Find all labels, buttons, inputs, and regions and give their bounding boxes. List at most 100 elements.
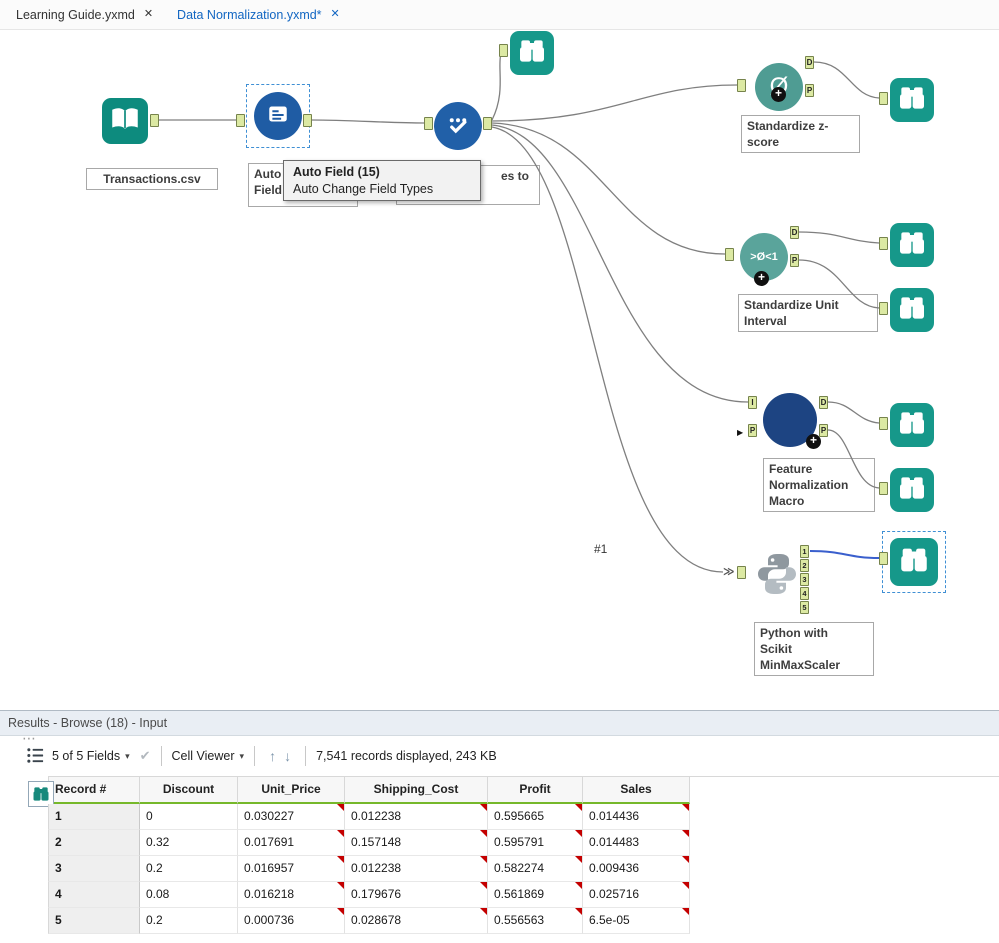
- table-cell[interactable]: 0.561869: [488, 882, 583, 908]
- output-anchor-4[interactable]: 4: [800, 587, 809, 600]
- output-anchor-d[interactable]: D: [790, 226, 799, 239]
- chevron-down-icon[interactable]: ▾: [240, 751, 245, 762]
- output-anchor-p[interactable]: P: [790, 254, 799, 267]
- table-cell[interactable]: 0.016957: [238, 856, 345, 882]
- table-cell[interactable]: 0.595665: [488, 804, 583, 830]
- workflow-canvas[interactable]: Transactions.csv Auto Field e: [0, 30, 999, 710]
- browse-tool-4[interactable]: [890, 288, 934, 332]
- connection-wire[interactable]: [492, 125, 748, 402]
- select-tool[interactable]: [434, 102, 482, 150]
- row-number-cell[interactable]: 2: [48, 830, 140, 856]
- table-cell[interactable]: 0.012238: [345, 804, 488, 830]
- output-anchor-2[interactable]: 2: [800, 559, 809, 572]
- table-cell[interactable]: 0.000736: [238, 908, 345, 934]
- chevron-down-icon[interactable]: ▾: [125, 751, 130, 762]
- output-anchor-5[interactable]: 5: [800, 601, 809, 614]
- close-tab-icon[interactable]: ✕: [144, 9, 153, 20]
- connection-wire[interactable]: [492, 123, 725, 254]
- row-number-cell[interactable]: 1: [48, 804, 140, 830]
- input-anchor-i[interactable]: I: [748, 396, 757, 409]
- input-anchor[interactable]: [725, 248, 734, 261]
- apply-check-icon[interactable]: ✔: [140, 748, 151, 764]
- input-data-tool[interactable]: [102, 98, 148, 144]
- output-anchor-p[interactable]: P: [819, 424, 828, 437]
- input-anchor[interactable]: [737, 79, 746, 92]
- table-cell[interactable]: 0.32: [140, 830, 238, 856]
- results-config-icon[interactable]: [26, 746, 45, 768]
- table-cell[interactable]: 0.556563: [488, 908, 583, 934]
- row-number-cell[interactable]: 5: [48, 908, 140, 934]
- output-anchor-p[interactable]: P: [805, 84, 814, 97]
- tab-data-normalization[interactable]: Data Normalization.yxmd* ✕: [165, 0, 352, 29]
- input-anchor[interactable]: [879, 302, 888, 315]
- table-cell[interactable]: 0.025716: [583, 882, 690, 908]
- input-anchor-p[interactable]: P: [748, 424, 757, 437]
- input-anchor[interactable]: [879, 552, 888, 565]
- column-header-sales[interactable]: Sales: [583, 777, 690, 804]
- browse-tool-2[interactable]: [890, 78, 934, 122]
- scroll-down-icon[interactable]: ↓: [284, 748, 291, 764]
- fields-dropdown[interactable]: 5 of 5 Fields: [52, 749, 120, 763]
- input-anchor[interactable]: [424, 117, 433, 130]
- row-number-cell[interactable]: 4: [48, 882, 140, 908]
- column-header-discount[interactable]: Discount: [140, 777, 238, 804]
- connection-wire[interactable]: [814, 62, 879, 98]
- input-anchor[interactable]: [879, 92, 888, 105]
- table-cell[interactable]: 0.595791: [488, 830, 583, 856]
- table-cell[interactable]: 0.012238: [345, 856, 488, 882]
- column-header-shipping-cost[interactable]: Shipping_Cost: [345, 777, 488, 804]
- input-anchor[interactable]: [879, 482, 888, 495]
- output-anchor-d[interactable]: D: [819, 396, 828, 409]
- panel-drag-handle-icon[interactable]: ⋯: [22, 730, 37, 747]
- connection-wire[interactable]: [492, 53, 501, 120]
- browse-tool-6[interactable]: [890, 468, 934, 512]
- table-cell[interactable]: 0.014483: [583, 830, 690, 856]
- output-anchor[interactable]: [483, 117, 492, 130]
- input-anchor[interactable]: [499, 44, 508, 57]
- table-cell[interactable]: 0.014436: [583, 804, 690, 830]
- table-cell[interactable]: 0.08: [140, 882, 238, 908]
- column-header-record-[interactable]: Record #: [48, 777, 140, 804]
- close-tab-icon[interactable]: ✕: [331, 9, 340, 20]
- table-cell[interactable]: 0.016218: [238, 882, 345, 908]
- output-anchor[interactable]: [303, 114, 312, 127]
- table-cell[interactable]: 0.009436: [583, 856, 690, 882]
- output-anchor-d[interactable]: D: [805, 56, 814, 69]
- table-cell[interactable]: 0.2: [140, 856, 238, 882]
- table-cell[interactable]: 0.017691: [238, 830, 345, 856]
- table-cell[interactable]: 0: [140, 804, 238, 830]
- browse-tool-1[interactable]: [510, 31, 554, 75]
- input-anchor[interactable]: [737, 566, 746, 579]
- cell-viewer-dropdown[interactable]: Cell Viewer: [172, 749, 235, 763]
- connection-wire[interactable]: [799, 232, 879, 243]
- auto-field-tool[interactable]: [254, 92, 302, 140]
- column-header-unit-price[interactable]: Unit_Price: [238, 777, 345, 804]
- browse-tool-3[interactable]: [890, 223, 934, 267]
- connection-wire[interactable]: [828, 430, 879, 488]
- row-number-cell[interactable]: 3: [48, 856, 140, 882]
- connection-wire[interactable]: [492, 127, 723, 572]
- table-cell[interactable]: 0.030227: [238, 804, 345, 830]
- connection-wire[interactable]: [492, 85, 737, 121]
- connection-wire[interactable]: [828, 402, 879, 423]
- table-cell[interactable]: 0.2: [140, 908, 238, 934]
- table-cell[interactable]: 6.5e-05: [583, 908, 690, 934]
- browse-tool-7[interactable]: [890, 538, 938, 586]
- table-cell[interactable]: 0.157148: [345, 830, 488, 856]
- table-cell[interactable]: 0.028678: [345, 908, 488, 934]
- input-anchor[interactable]: [236, 114, 245, 127]
- input-anchor[interactable]: [879, 417, 888, 430]
- selected-connection-wire[interactable]: [810, 551, 879, 558]
- input-anchor[interactable]: [879, 237, 888, 250]
- column-header-profit[interactable]: Profit: [488, 777, 583, 804]
- python-tool[interactable]: [753, 550, 801, 598]
- output-anchor[interactable]: [150, 114, 159, 127]
- table-cell[interactable]: 0.582274: [488, 856, 583, 882]
- browse-tool-5[interactable]: [890, 403, 934, 447]
- tab-learning-guide[interactable]: Learning Guide.yxmd ✕: [4, 0, 165, 29]
- connection-wire[interactable]: [799, 260, 879, 308]
- table-cell[interactable]: 0.179676: [345, 882, 488, 908]
- output-anchor-1[interactable]: 1: [800, 545, 809, 558]
- output-anchor-3[interactable]: 3: [800, 573, 809, 586]
- connection-wire[interactable]: [312, 120, 424, 123]
